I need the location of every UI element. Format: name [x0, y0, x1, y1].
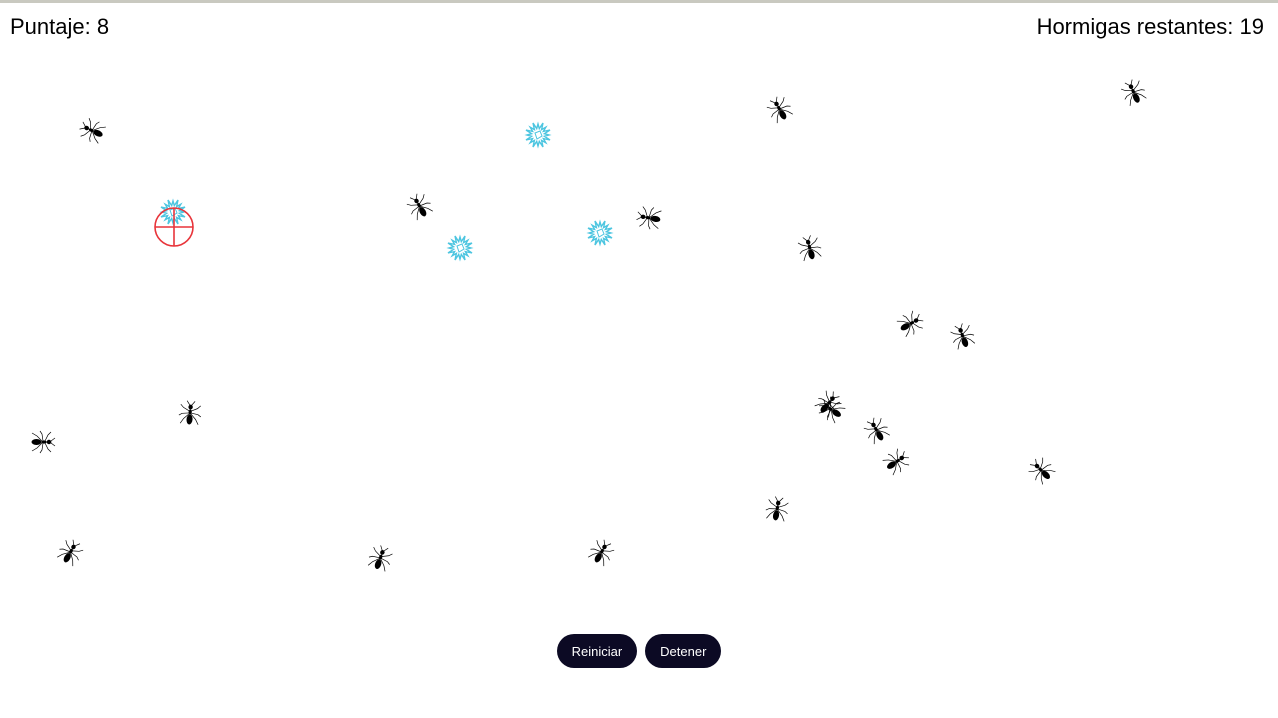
game-controls: Reiniciar Detener: [0, 634, 1278, 670]
restart-button[interactable]: Reiniciar: [556, 634, 638, 668]
score-label: Puntaje: 8: [10, 14, 110, 39]
remaining-ants-label: Hormigas restantes: 19: [1036, 14, 1264, 39]
game-field[interactable]: [0, 50, 1278, 620]
top-border: [0, 0, 1278, 3]
stop-button[interactable]: Detener: [645, 634, 722, 668]
